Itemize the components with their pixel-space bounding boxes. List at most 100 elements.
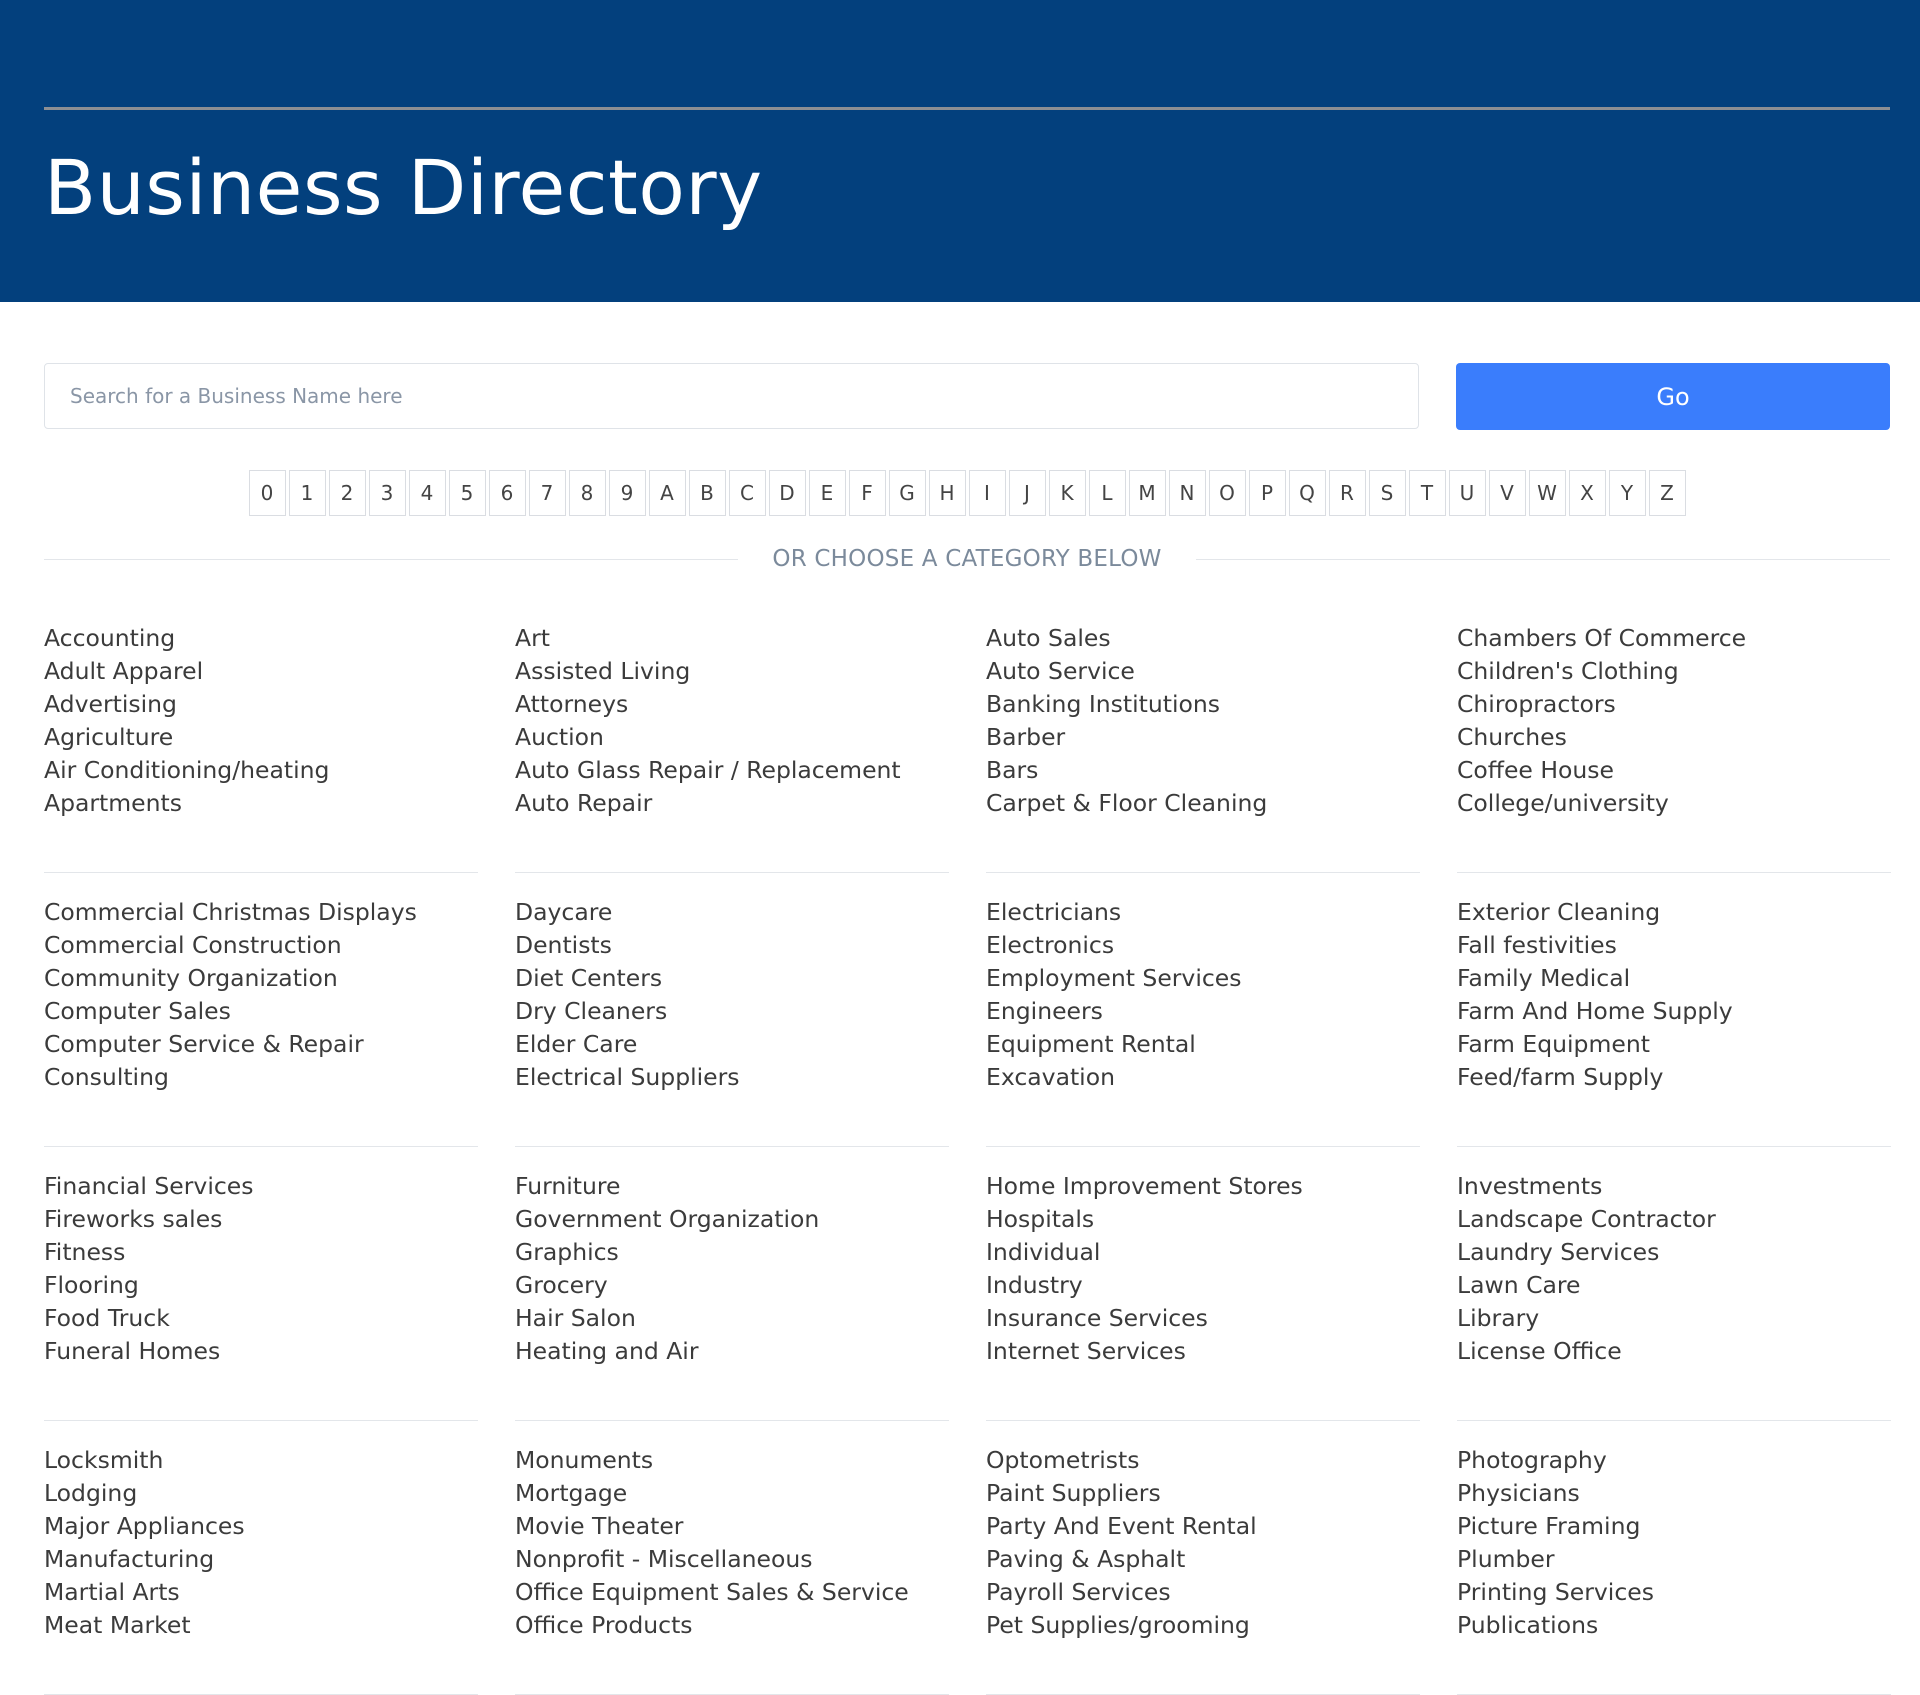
category-link[interactable]: Consulting	[44, 1061, 478, 1094]
alphabet-filter-o[interactable]: O	[1208, 470, 1246, 516]
category-link[interactable]: Industry	[986, 1269, 1420, 1302]
category-link[interactable]: Dry Cleaners	[515, 995, 949, 1028]
alphabet-filter-0[interactable]: 0	[248, 470, 286, 516]
alphabet-filter-e[interactable]: E	[808, 470, 846, 516]
category-link[interactable]: Feed/farm Supply	[1457, 1061, 1891, 1094]
alphabet-filter-y[interactable]: Y	[1608, 470, 1646, 516]
alphabet-filter-2[interactable]: 2	[328, 470, 366, 516]
alphabet-filter-l[interactable]: L	[1088, 470, 1126, 516]
category-link[interactable]: Dentists	[515, 929, 949, 962]
category-link[interactable]: Photography	[1457, 1444, 1891, 1477]
category-link[interactable]: Meat Market	[44, 1609, 478, 1642]
category-link[interactable]: Auto Glass Repair / Replacement	[515, 754, 949, 787]
category-link[interactable]: Manufacturing	[44, 1543, 478, 1576]
category-link[interactable]: Martial Arts	[44, 1576, 478, 1609]
category-link[interactable]: Funeral Homes	[44, 1335, 478, 1368]
category-link[interactable]: Major Appliances	[44, 1510, 478, 1543]
alphabet-filter-v[interactable]: V	[1488, 470, 1526, 516]
alphabet-filter-w[interactable]: W	[1528, 470, 1566, 516]
category-link[interactable]: Plumber	[1457, 1543, 1891, 1576]
category-link[interactable]: Bars	[986, 754, 1420, 787]
category-link[interactable]: Churches	[1457, 721, 1891, 754]
category-link[interactable]: Heating and Air	[515, 1335, 949, 1368]
category-link[interactable]: Electrical Suppliers	[515, 1061, 949, 1094]
category-link[interactable]: Locksmith	[44, 1444, 478, 1477]
category-link[interactable]: Lodging	[44, 1477, 478, 1510]
alphabet-filter-g[interactable]: G	[888, 470, 926, 516]
category-link[interactable]: Coffee House	[1457, 754, 1891, 787]
alphabet-filter-f[interactable]: F	[848, 470, 886, 516]
category-link[interactable]: Air Conditioning/heating	[44, 754, 478, 787]
alphabet-filter-t[interactable]: T	[1408, 470, 1446, 516]
alphabet-filter-j[interactable]: J	[1008, 470, 1046, 516]
alphabet-filter-n[interactable]: N	[1168, 470, 1206, 516]
category-link[interactable]: Pet Supplies/grooming	[986, 1609, 1420, 1642]
alphabet-filter-1[interactable]: 1	[288, 470, 326, 516]
alphabet-filter-r[interactable]: R	[1328, 470, 1366, 516]
category-link[interactable]: Fall festivities	[1457, 929, 1891, 962]
category-link[interactable]: Farm Equipment	[1457, 1028, 1891, 1061]
category-link[interactable]: Optometrists	[986, 1444, 1420, 1477]
category-link[interactable]: Children's Clothing	[1457, 655, 1891, 688]
category-link[interactable]: Monuments	[515, 1444, 949, 1477]
category-link[interactable]: Banking Institutions	[986, 688, 1420, 721]
alphabet-filter-5[interactable]: 5	[448, 470, 486, 516]
category-link[interactable]: Laundry Services	[1457, 1236, 1891, 1269]
alphabet-filter-k[interactable]: K	[1048, 470, 1086, 516]
category-link[interactable]: Financial Services	[44, 1170, 478, 1203]
category-link[interactable]: Commercial Christmas Displays	[44, 896, 478, 929]
category-link[interactable]: College/university	[1457, 787, 1891, 820]
category-link[interactable]: Office Equipment Sales & Service	[515, 1576, 949, 1609]
category-link[interactable]: Printing Services	[1457, 1576, 1891, 1609]
category-link[interactable]: Chiropractors	[1457, 688, 1891, 721]
category-link[interactable]: License Office	[1457, 1335, 1891, 1368]
category-link[interactable]: Elder Care	[515, 1028, 949, 1061]
alphabet-filter-8[interactable]: 8	[568, 470, 606, 516]
category-link[interactable]: Commercial Construction	[44, 929, 478, 962]
alphabet-filter-d[interactable]: D	[768, 470, 806, 516]
category-link[interactable]: Graphics	[515, 1236, 949, 1269]
category-link[interactable]: Exterior Cleaning	[1457, 896, 1891, 929]
category-link[interactable]: Office Products	[515, 1609, 949, 1642]
category-link[interactable]: Party And Event Rental	[986, 1510, 1420, 1543]
category-link[interactable]: Farm And Home Supply	[1457, 995, 1891, 1028]
category-link[interactable]: Lawn Care	[1457, 1269, 1891, 1302]
category-link[interactable]: Grocery	[515, 1269, 949, 1302]
category-link[interactable]: Home Improvement Stores	[986, 1170, 1420, 1203]
category-link[interactable]: Publications	[1457, 1609, 1891, 1642]
category-link[interactable]: Accounting	[44, 622, 478, 655]
category-link[interactable]: Computer Sales	[44, 995, 478, 1028]
alphabet-filter-4[interactable]: 4	[408, 470, 446, 516]
category-link[interactable]: Art	[515, 622, 949, 655]
category-link[interactable]: Apartments	[44, 787, 478, 820]
category-link[interactable]: Individual	[986, 1236, 1420, 1269]
alphabet-filter-s[interactable]: S	[1368, 470, 1406, 516]
category-link[interactable]: Paving & Asphalt	[986, 1543, 1420, 1576]
category-link[interactable]: Library	[1457, 1302, 1891, 1335]
category-link[interactable]: Employment Services	[986, 962, 1420, 995]
alphabet-filter-z[interactable]: Z	[1648, 470, 1686, 516]
category-link[interactable]: Excavation	[986, 1061, 1420, 1094]
category-link[interactable]: Mortgage	[515, 1477, 949, 1510]
category-link[interactable]: Electronics	[986, 929, 1420, 962]
alphabet-filter-b[interactable]: B	[688, 470, 726, 516]
business-search-input[interactable]	[44, 363, 1419, 429]
category-link[interactable]: Movie Theater	[515, 1510, 949, 1543]
category-link[interactable]: Advertising	[44, 688, 478, 721]
alphabet-filter-h[interactable]: H	[928, 470, 966, 516]
category-link[interactable]: Carpet & Floor Cleaning	[986, 787, 1420, 820]
category-link[interactable]: Barber	[986, 721, 1420, 754]
alphabet-filter-u[interactable]: U	[1448, 470, 1486, 516]
category-link[interactable]: Nonprofit - Miscellaneous	[515, 1543, 949, 1576]
category-link[interactable]: Computer Service & Repair	[44, 1028, 478, 1061]
alphabet-filter-i[interactable]: I	[968, 470, 1006, 516]
category-link[interactable]: Internet Services	[986, 1335, 1420, 1368]
category-link[interactable]: Hair Salon	[515, 1302, 949, 1335]
category-link[interactable]: Government Organization	[515, 1203, 949, 1236]
category-link[interactable]: Agriculture	[44, 721, 478, 754]
category-link[interactable]: Adult Apparel	[44, 655, 478, 688]
category-link[interactable]: Daycare	[515, 896, 949, 929]
category-link[interactable]: Hospitals	[986, 1203, 1420, 1236]
category-link[interactable]: Engineers	[986, 995, 1420, 1028]
category-link[interactable]: Paint Suppliers	[986, 1477, 1420, 1510]
